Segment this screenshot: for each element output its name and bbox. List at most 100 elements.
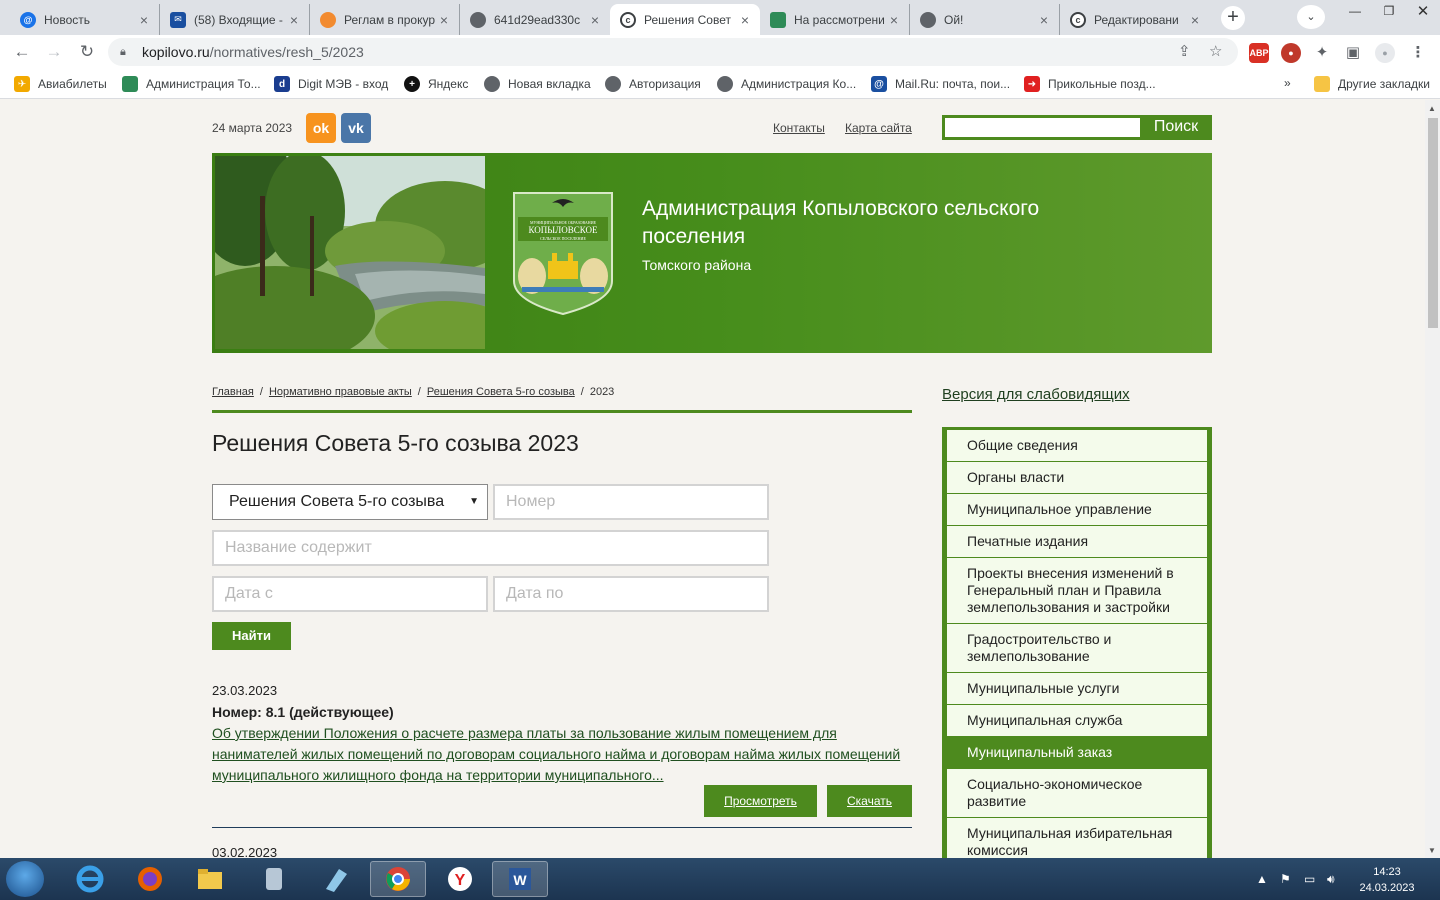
- number-field[interactable]: Номер: [493, 484, 769, 520]
- menu-item-publications[interactable]: Печатные издания: [947, 526, 1207, 558]
- maximize-icon[interactable]: ❐: [1372, 0, 1406, 22]
- bookmark-item[interactable]: Администрация Ко...: [717, 76, 856, 92]
- result-title-link[interactable]: Об утверждении Положения о расчете разме…: [212, 723, 912, 786]
- copyright-site-icon: c: [1070, 11, 1086, 28]
- menu-item-socio-economic[interactable]: Социально-экономическое развитие: [947, 769, 1207, 818]
- globe-icon: [920, 11, 936, 28]
- file-explorer-icon[interactable]: [182, 861, 238, 897]
- volume-icon[interactable]: 🔊︎: [1327, 872, 1335, 887]
- site-search-button[interactable]: Поиск: [1140, 115, 1212, 140]
- lock-icon[interactable]: 🔒︎: [120, 46, 132, 59]
- svg-text:Y: Y: [455, 872, 466, 889]
- result-date: 03.02.2023: [212, 845, 278, 858]
- bookmark-item[interactable]: Новая вкладка: [484, 76, 591, 92]
- close-tab-icon[interactable]: ×: [1037, 12, 1051, 28]
- bookmark-item[interactable]: d Digit МЭВ - вход: [274, 76, 388, 92]
- tab-hash[interactable]: 641d29ead330c ×: [460, 4, 610, 35]
- firefox-icon[interactable]: [122, 861, 178, 897]
- menu-item-general-info[interactable]: Общие сведения: [947, 430, 1207, 462]
- menu-item-urban-planning[interactable]: Градостроительство и землепользование: [947, 624, 1207, 673]
- title-contains-field[interactable]: Название содержит: [212, 530, 769, 566]
- scrollbar-thumb[interactable]: [1428, 118, 1438, 328]
- tab-inbox[interactable]: ✉ (58) Входящие - ×: [160, 4, 310, 35]
- minimize-icon[interactable]: —: [1338, 0, 1372, 22]
- reload-icon[interactable]: ↻: [75, 40, 99, 64]
- menu-item-municipal-procurement[interactable]: Муниципальный заказ: [945, 737, 1209, 769]
- forward-arrow-icon[interactable]: →: [42, 40, 66, 64]
- contacts-link[interactable]: Контакты: [773, 121, 825, 135]
- system-clock[interactable]: 14:23 24.03.2023: [1352, 864, 1422, 896]
- address-bar[interactable]: 🔒︎ kopilovo.ru/normatives/resh_5/2023 ⇪ …: [108, 38, 1238, 66]
- bookmark-item[interactable]: ✈ Авиабилеты: [14, 76, 107, 92]
- close-tab-icon[interactable]: ×: [887, 12, 901, 28]
- crest-line3: СЕЛЬСКОЕ ПОСЕЛЕНИЕ: [540, 236, 586, 241]
- vk-icon[interactable]: vk: [341, 113, 371, 143]
- other-bookmarks-folder[interactable]: Другие закладки: [1314, 76, 1430, 92]
- tab-resheniya[interactable]: c Решения Совет ×: [610, 4, 760, 35]
- sitemap-link[interactable]: Карта сайта: [845, 121, 912, 135]
- low-vision-version-link[interactable]: Версия для слабовидящих: [942, 386, 1130, 403]
- close-window-icon[interactable]: ✕: [1406, 0, 1440, 22]
- adblock-extension-icon[interactable]: ABP: [1249, 43, 1269, 63]
- close-tab-icon[interactable]: ×: [437, 12, 451, 28]
- action-center-flag-icon[interactable]: ⚑: [1280, 872, 1291, 886]
- mail-at-icon: @: [20, 11, 36, 28]
- menu-item-authorities[interactable]: Органы власти: [947, 462, 1207, 494]
- tab-oy[interactable]: Ой! ×: [910, 4, 1060, 35]
- close-tab-icon[interactable]: ×: [1188, 12, 1202, 28]
- menu-item-general-plan-projects[interactable]: Проекты внесения изменений в Генеральный…: [947, 558, 1207, 624]
- side-panel-icon[interactable]: ▣: [1343, 43, 1363, 63]
- bookmark-item[interactable]: @ Mail.Ru: почта, пои...: [871, 76, 1010, 92]
- more-bookmarks-chevron[interactable]: »: [1284, 76, 1291, 90]
- breadcrumb-home[interactable]: Главная: [212, 386, 254, 398]
- date-from-field[interactable]: Дата с: [212, 576, 488, 612]
- tray-expand-icon[interactable]: ▲: [1256, 872, 1268, 886]
- tab-search-icon[interactable]: ⌄: [1297, 5, 1325, 29]
- page-scrollbar[interactable]: ▲ ▼: [1425, 100, 1440, 858]
- menu-item-municipal-services[interactable]: Муниципальные услуги: [947, 673, 1207, 705]
- tab-reglam[interactable]: Реглам в прокур ×: [310, 4, 460, 35]
- view-button[interactable]: Просмотреть: [704, 785, 817, 817]
- scroll-down-icon[interactable]: ▼: [1428, 846, 1436, 855]
- tab-novost[interactable]: @ Новость ×: [10, 4, 160, 35]
- app-icon[interactable]: [246, 861, 302, 897]
- chrome-icon[interactable]: [370, 861, 426, 897]
- tab-rassmotrenie[interactable]: На рассмотрени ×: [760, 4, 910, 35]
- menu-item-municipal-management[interactable]: Муниципальное управление: [947, 494, 1207, 526]
- bookmark-item[interactable]: ➜ Прикольные позд...: [1024, 76, 1156, 92]
- find-button[interactable]: Найти: [212, 622, 291, 650]
- tab-edit[interactable]: c Редактировани ×: [1060, 4, 1210, 35]
- breadcrumb-council-decisions[interactable]: Решения Совета 5-го созыва: [427, 386, 575, 398]
- close-tab-icon[interactable]: ×: [738, 12, 752, 28]
- network-icon[interactable]: ▭: [1304, 872, 1315, 886]
- menu-kebab-icon[interactable]: ⋮: [1408, 43, 1428, 63]
- breadcrumb-normative-acts[interactable]: Нормативно правовые акты: [269, 386, 412, 398]
- menu-item-election-commission[interactable]: Муниципальная избирательная комиссия: [947, 818, 1207, 858]
- date-to-field[interactable]: Дата по: [493, 576, 769, 612]
- bookmark-star-icon[interactable]: ☆: [1209, 42, 1222, 60]
- word-icon[interactable]: W: [492, 861, 548, 897]
- yandex-browser-icon[interactable]: Y: [432, 861, 488, 897]
- scroll-up-icon[interactable]: ▲: [1428, 104, 1436, 113]
- close-tab-icon[interactable]: ×: [287, 12, 301, 28]
- bookmark-item[interactable]: + Яндекс: [404, 76, 468, 92]
- start-button-icon[interactable]: [6, 861, 44, 897]
- close-tab-icon[interactable]: ×: [137, 12, 151, 28]
- extension-icon[interactable]: ●: [1281, 43, 1301, 63]
- yandex-icon: +: [404, 76, 420, 92]
- bookmark-item[interactable]: Администрация То...: [122, 76, 261, 92]
- app-icon[interactable]: [308, 861, 364, 897]
- bookmark-item[interactable]: Авторизация: [605, 76, 701, 92]
- plane-icon: ✈: [14, 76, 30, 92]
- category-select[interactable]: Решения Совета 5-го созыва ▼: [212, 484, 488, 520]
- new-tab-button[interactable]: +: [1221, 6, 1245, 30]
- close-tab-icon[interactable]: ×: [588, 12, 602, 28]
- profile-avatar-icon[interactable]: ●: [1375, 43, 1395, 63]
- download-button[interactable]: Скачать: [827, 785, 912, 817]
- internet-explorer-icon[interactable]: [62, 861, 118, 897]
- puzzle-extensions-icon[interactable]: ✦: [1312, 43, 1332, 63]
- share-icon[interactable]: ⇪: [1178, 42, 1191, 60]
- menu-item-municipal-service-career[interactable]: Муниципальная служба: [947, 705, 1207, 737]
- back-arrow-icon[interactable]: ←: [10, 40, 34, 64]
- odnoklassniki-icon[interactable]: ok: [306, 113, 336, 143]
